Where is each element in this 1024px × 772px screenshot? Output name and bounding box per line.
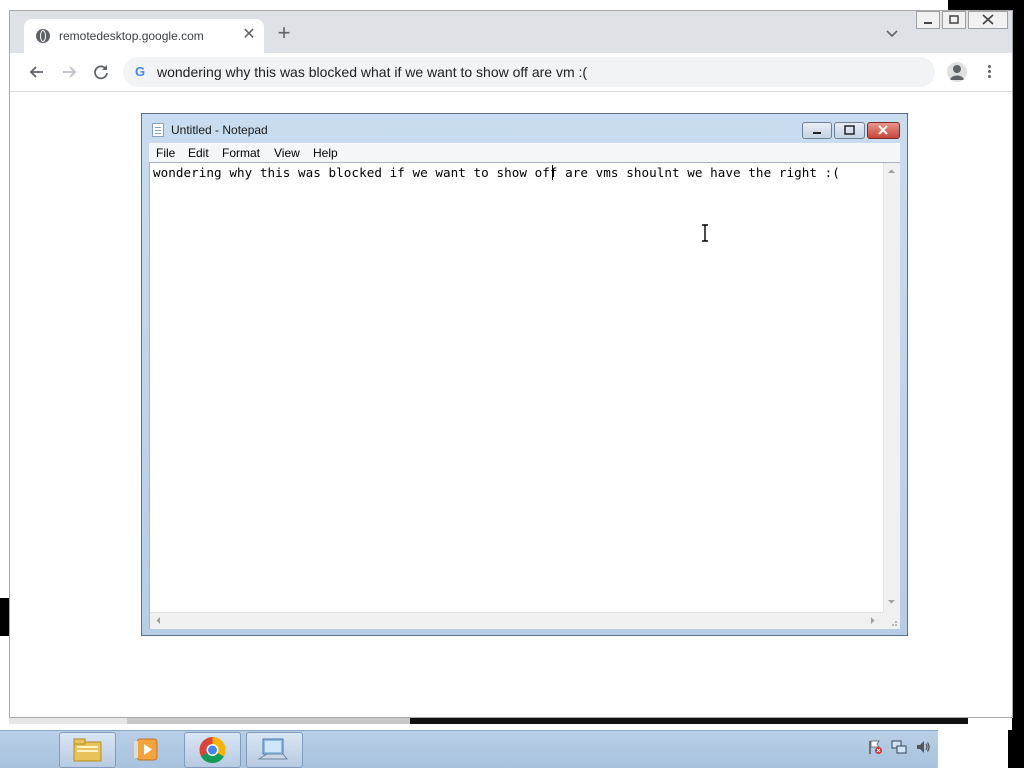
window-minimize-button[interactable] [916, 11, 940, 29]
network-icon[interactable] [891, 739, 907, 755]
ibeam-cursor-icon [702, 224, 708, 242]
google-g-icon: G [135, 64, 146, 79]
notepad-text-area[interactable]: wondering why this was blocked if we wan… [149, 162, 900, 629]
taskbar-folder-icon[interactable] [59, 732, 116, 768]
horizontal-scrollbar[interactable] [150, 612, 883, 629]
tab-title: remotedesktop.google.com [59, 29, 204, 43]
scroll-up-arrow-icon[interactable] [887, 167, 896, 176]
taskbar-computer-icon[interactable] [246, 732, 303, 768]
reload-icon[interactable] [90, 61, 112, 83]
notepad-close-button[interactable] [867, 122, 900, 139]
notepad-content[interactable]: wondering why this was blocked if we wan… [153, 165, 840, 180]
notepad-menubar: File Edit Format View Help [149, 143, 900, 162]
remote-backdrop-bottom-right [1008, 730, 1024, 768]
notepad-icon [152, 123, 164, 137]
volume-icon[interactable] [915, 739, 931, 755]
resize-grip-icon[interactable] [883, 612, 900, 629]
menu-view[interactable]: View [274, 146, 300, 160]
notepad-title: Untitled - Notepad [171, 123, 268, 137]
taskbar-clock-area [938, 730, 1008, 768]
menu-help[interactable]: Help [313, 146, 338, 160]
forward-arrow-right-icon[interactable] [58, 61, 80, 83]
remote-backdrop-bottom [410, 718, 968, 724]
back-arrow-left-icon[interactable] [26, 61, 48, 83]
window-restore-button[interactable] [942, 11, 966, 29]
menu-format[interactable]: Format [222, 146, 260, 160]
window-close-button[interactable] [968, 11, 1008, 29]
kebab-menu-icon[interactable] [984, 63, 994, 83]
address-text[interactable]: wondering why this was blocked what if w… [157, 64, 587, 80]
globe-icon [36, 29, 50, 43]
new-tab-plus-icon[interactable]: + [274, 22, 294, 44]
menu-file[interactable]: File [156, 146, 175, 160]
windows-taskbar [0, 730, 1024, 768]
browser-toolbar: G wondering why this was blocked what if… [10, 53, 1012, 92]
address-bar[interactable]: G wondering why this was blocked what if… [123, 57, 935, 87]
action-center-flag-icon[interactable] [867, 739, 883, 755]
menu-edit[interactable]: Edit [188, 146, 209, 160]
scroll-down-arrow-icon[interactable] [887, 597, 896, 606]
text-caret [552, 165, 553, 180]
tab-strip: remotedesktop.google.com ✕ + [10, 11, 1012, 53]
tab-close-icon[interactable]: ✕ [240, 26, 258, 44]
scroll-left-arrow-icon[interactable] [154, 616, 163, 625]
tab-search-chevron-down-icon[interactable] [884, 27, 900, 39]
tab-remotedesktop[interactable]: remotedesktop.google.com ✕ [24, 19, 264, 53]
notepad-minimize-button[interactable] [802, 122, 832, 139]
scroll-right-arrow-icon[interactable] [868, 616, 877, 625]
notepad-titlebar[interactable]: Untitled - Notepad [142, 114, 907, 144]
remote-scroll-thumb[interactable] [127, 718, 411, 724]
notepad-maximize-button[interactable] [834, 122, 865, 139]
remote-backdrop-right [1012, 0, 1024, 730]
taskbar-chrome-icon[interactable] [184, 732, 241, 768]
profile-icon[interactable] [947, 62, 967, 82]
notepad-window: Untitled - Notepad File Edit Format View… [141, 113, 908, 636]
vertical-scrollbar[interactable] [883, 163, 900, 612]
taskbar-media-player-icon[interactable] [121, 732, 178, 768]
